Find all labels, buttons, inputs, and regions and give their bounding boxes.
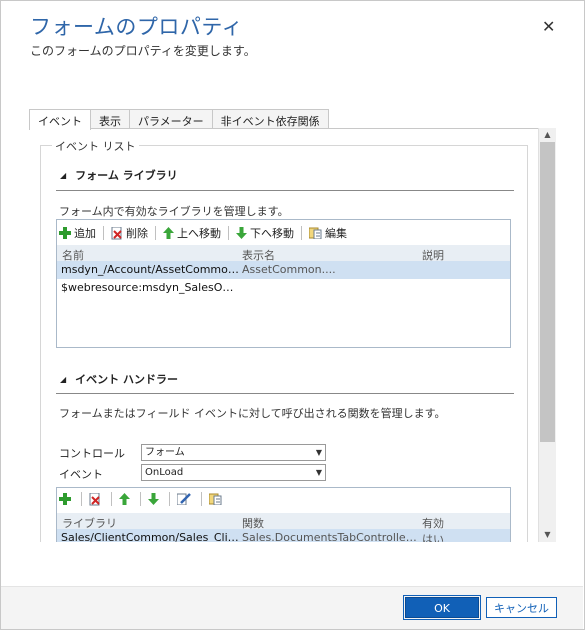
section-divider <box>56 393 514 394</box>
form-library-title: フォーム ライブラリ <box>75 169 178 182</box>
collapse-triangle-icon: ◢ <box>60 171 67 180</box>
section-divider <box>56 190 514 191</box>
edit-pencil-icon <box>177 493 191 505</box>
event-label: イベント <box>59 468 103 481</box>
arrow-up-icon <box>119 493 130 505</box>
control-label: コントロール <box>59 447 125 460</box>
dialog-subtitle: このフォームのプロパティを変更します。 <box>30 44 256 58</box>
add-library-button[interactable]: 追加 <box>59 225 96 241</box>
edit-handler-button[interactable] <box>177 493 194 505</box>
event-handlers-section-header[interactable]: ◢ イベント ハンドラー <box>60 371 178 387</box>
form-library-header-row: 名前 表示名 説明 <box>57 245 510 262</box>
event-select[interactable]: OnLoad ▼ <box>141 464 326 481</box>
event-handlers-description: フォームまたはフィールド イベントに対して呼び出される関数を管理します。 <box>59 407 446 420</box>
tab-display[interactable]: 表示 <box>90 109 130 129</box>
tab-parameters[interactable]: パラメーター <box>129 109 213 129</box>
ok-button[interactable]: OK <box>403 595 481 620</box>
event-handlers-title: イベント ハンドラー <box>75 373 178 386</box>
chevron-down-icon: ▼ <box>315 448 322 457</box>
handler-row[interactable]: Sales/ClientCommon/Sales_Clien... Sales.… <box>57 529 510 542</box>
close-icon[interactable]: ✕ <box>542 17 555 36</box>
handler-properties-button[interactable] <box>209 493 225 505</box>
scrollbar-thumb[interactable] <box>540 142 555 442</box>
handler-move-down-button[interactable] <box>148 493 162 505</box>
event-handlers-toolbar <box>59 492 230 506</box>
arrow-down-icon <box>236 227 247 239</box>
remove-library-button[interactable]: 削除 <box>111 225 148 241</box>
arrow-up-icon <box>163 227 174 239</box>
delete-icon <box>89 492 100 505</box>
vertical-scrollbar[interactable]: ▲ ▼ <box>538 128 556 542</box>
add-icon <box>59 493 71 505</box>
scroll-down-icon[interactable]: ▼ <box>539 528 556 542</box>
control-select[interactable]: フォーム ▼ <box>141 444 326 461</box>
handler-move-up-button[interactable] <box>119 493 133 505</box>
form-library-toolbar: 追加 削除 上へ移動 下へ移動 編集 <box>59 225 352 241</box>
add-icon <box>59 227 71 239</box>
cancel-button[interactable]: キャンセル <box>486 597 557 618</box>
library-row[interactable]: $webresource:msdyn_SalesOmni... <box>57 279 510 297</box>
events-tab-panel: イベント リスト ◢ フォーム ライブラリ フォーム内で有効なライブラリを管理しま… <box>30 129 538 542</box>
form-library-section-header[interactable]: ◢ フォーム ライブラリ <box>60 167 178 183</box>
collapse-triangle-icon: ◢ <box>60 375 67 384</box>
event-handlers-grid: ライブラリ 関数 有効 Sales/ClientCommon/Sales_Cli… <box>56 487 511 542</box>
move-down-button[interactable]: 下へ移動 <box>236 225 294 241</box>
tab-non-event-dependencies[interactable]: 非イベント依存関係 <box>211 109 329 129</box>
event-handlers-header-row: ライブラリ 関数 有効 <box>57 513 510 530</box>
arrow-down-icon <box>148 493 159 505</box>
remove-handler-button[interactable] <box>89 492 104 506</box>
form-library-grid: 追加 削除 上へ移動 下へ移動 編集 名前 表示名 説明 msdyn_/Acco… <box>56 219 511 348</box>
dialog-title: フォームのプロパティ <box>30 15 244 39</box>
properties-icon <box>209 493 222 505</box>
add-handler-button[interactable] <box>59 493 74 505</box>
move-up-button[interactable]: 上へ移動 <box>163 225 221 241</box>
tab-bar: イベント 表示 パラメーター 非イベント依存関係 <box>29 109 329 130</box>
edit-properties-icon <box>309 227 322 239</box>
scroll-up-icon[interactable]: ▲ <box>539 128 556 142</box>
form-library-description: フォーム内で有効なライブラリを管理します。 <box>59 205 289 218</box>
tab-events[interactable]: イベント <box>29 109 91 130</box>
event-list-legend: イベント リスト <box>52 138 139 154</box>
library-row[interactable]: msdyn_/Account/AssetCommon.... AssetComm… <box>57 261 510 279</box>
edit-library-button[interactable]: 編集 <box>309 225 347 241</box>
chevron-down-icon: ▼ <box>315 468 322 477</box>
delete-icon <box>111 226 122 239</box>
